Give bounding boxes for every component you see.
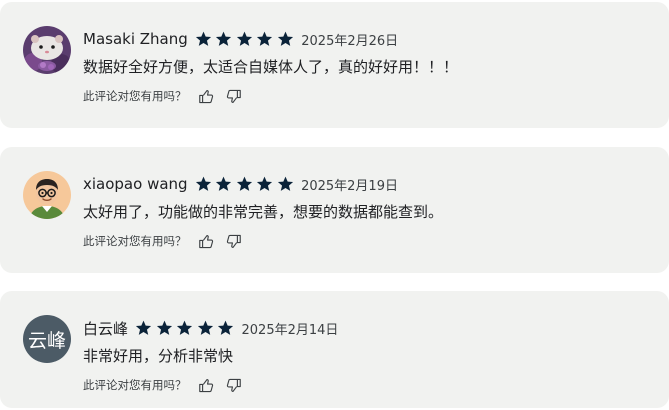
avatar: [23, 171, 71, 219]
star-icon: [255, 175, 274, 193]
helpful-row: 此评论对您有用吗？: [83, 86, 252, 106]
helpful-question: 此评论对您有用吗？: [83, 378, 187, 392]
star-icon: [175, 319, 194, 337]
avatar-initials: 云峰: [27, 329, 66, 352]
thumb-down-icon[interactable]: [225, 377, 242, 394]
star-icon: [134, 319, 153, 337]
review-card: 云峰 白云峰 2025年2月14日 非常好用，分析非常快 此评论对您有用吗？: [0, 291, 669, 408]
star-icon: [194, 30, 213, 48]
star-rating: [194, 30, 297, 48]
review-card: xiaopao wang 2025年2月19日 太好用了，功能做的非常完善，想要…: [0, 147, 669, 273]
avatar: [23, 26, 71, 74]
review-header: xiaopao wang 2025年2月19日: [83, 173, 398, 195]
star-icon: [214, 175, 233, 193]
review-header: 白云峰 2025年2月14日: [83, 317, 338, 339]
review-text: 太好用了，功能做的非常完善，想要的数据都能查到。: [83, 203, 444, 221]
helpful-row: 此评论对您有用吗？: [83, 375, 252, 395]
thumb-up-icon[interactable]: [198, 377, 215, 394]
star-icon: [196, 319, 215, 337]
review-date: 2025年2月26日: [301, 33, 399, 49]
helpful-question: 此评论对您有用吗？: [83, 234, 187, 248]
star-icon: [214, 30, 233, 48]
star-icon: [235, 175, 254, 193]
star-icon: [255, 30, 274, 48]
thumb-down-icon[interactable]: [225, 88, 242, 105]
thumb-up-icon[interactable]: [198, 88, 215, 105]
hamster-avatar-icon: [23, 26, 71, 74]
avatar: 云峰: [23, 315, 71, 363]
star-rating: [134, 319, 237, 337]
helpful-row: 此评论对您有用吗？: [83, 231, 252, 251]
star-icon: [216, 319, 235, 337]
review-date: 2025年2月14日: [241, 322, 339, 338]
cartoon-man-avatar-icon: [23, 171, 71, 219]
star-icon: [155, 319, 174, 337]
star-icon: [276, 175, 295, 193]
thumb-down-icon[interactable]: [225, 233, 242, 250]
review-text: 数据好全好方便，太适合自媒体人了，真的好好用！！！: [83, 58, 459, 76]
star-rating: [194, 175, 297, 193]
reviewer-name: Masaki Zhang: [83, 30, 188, 48]
review-card: Masaki Zhang 2025年2月26日 数据好全好方便，太适合自媒体人了…: [0, 2, 669, 128]
reviewer-name: 白云峰: [83, 319, 129, 338]
reviewer-name: xiaopao wang: [83, 175, 188, 193]
review-header: Masaki Zhang 2025年2月26日: [83, 28, 398, 50]
review-date: 2025年2月19日: [301, 178, 398, 194]
review-text: 非常好用，分析非常快: [83, 347, 234, 365]
star-icon: [276, 30, 295, 48]
helpful-question: 此评论对您有用吗？: [83, 89, 187, 103]
star-icon: [235, 30, 254, 48]
thumb-up-icon[interactable]: [198, 233, 215, 250]
star-icon: [194, 175, 213, 193]
